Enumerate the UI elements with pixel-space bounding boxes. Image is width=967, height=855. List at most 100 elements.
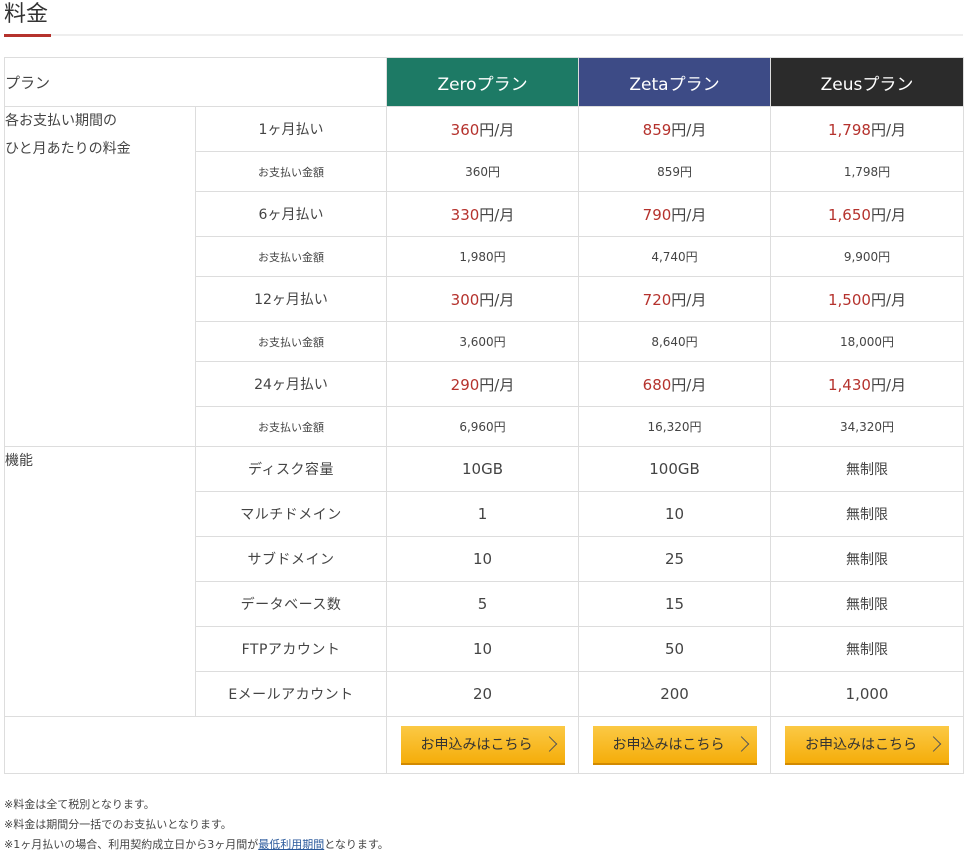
total-zero: 360円 (386, 151, 580, 192)
price-value: 290 (450, 375, 480, 394)
cta-cell-zeta: お申込みはこちら (578, 716, 772, 774)
apply-button-zero[interactable]: お申込みはこちら (400, 725, 565, 765)
feature-value-zeus: 無制限 (770, 491, 965, 537)
feature-value-zeus: 無制限 (770, 536, 965, 582)
price-unit: 円/月 (671, 205, 707, 224)
cta-cell-zero: お申込みはこちら (386, 716, 580, 774)
monthly-price-zero: 290円/月 (386, 361, 580, 407)
monthly-price-zero: 300円/月 (386, 276, 580, 322)
apply-button-zeus[interactable]: お申込みはこちら (785, 725, 950, 765)
period-label: 6ヶ月払い (194, 191, 388, 237)
monthly-price-zeta: 790円/月 (578, 191, 772, 237)
apply-button-label: お申込みはこちら (612, 737, 725, 753)
plan-header-zero: Zeroプラン (386, 57, 580, 107)
feature-label: サブドメイン (194, 536, 388, 582)
feature-value-zeus: 無制限 (770, 626, 965, 672)
section-title: 料金 (4, 2, 49, 27)
price-value: 1,500 (828, 290, 871, 309)
price-unit: 円/月 (870, 205, 907, 224)
total-zero: 6,960円 (386, 406, 580, 447)
plan-header-zeta: Zetaプラン (578, 57, 772, 107)
pricing-group-label-line1: 各お支払い期間の (5, 113, 117, 129)
chevron-right-icon (733, 736, 749, 752)
total-label: お支払い金額 (194, 406, 388, 447)
apply-button-label: お申込みはこちら (805, 737, 918, 753)
feature-value-zeus: 無制限 (770, 446, 965, 492)
total-zero: 3,600円 (386, 321, 580, 362)
price-value: 1,430 (828, 375, 871, 394)
chevron-right-icon (541, 736, 557, 752)
monthly-price-zeus: 1,500円/月 (770, 276, 965, 322)
plan-header-label: プラン (3, 57, 388, 107)
price-value: 680 (642, 375, 672, 394)
price-value: 790 (642, 205, 672, 224)
total-zeus: 34,320円 (770, 406, 965, 447)
price-value: 360 (450, 120, 480, 139)
total-zeus: 9,900円 (770, 236, 965, 277)
feature-label: マルチドメイン (194, 491, 388, 537)
plan-header-zeus: Zeusプラン (770, 57, 965, 107)
monthly-price-zeta: 720円/月 (578, 276, 772, 322)
total-zeta: 859円 (578, 151, 772, 192)
note-line-3-suffix: となります。 (324, 838, 389, 851)
feature-label: Eメールアカウント (194, 671, 388, 717)
cta-row: お申込みはこちら お申込みはこちら お申込みはこちら (3, 716, 965, 774)
feature-value-zero: 1 (386, 491, 580, 537)
period-label: 1ヶ月払い (194, 106, 388, 152)
note-line-3: ※1ヶ月払いの場合、利用契約成立日から3ヶ月間が最低利用期間となります。 (4, 835, 389, 855)
total-zeus: 18,000円 (770, 321, 965, 362)
feature-value-zeus: 1,000 (770, 671, 965, 717)
price-unit: 円/月 (479, 120, 515, 139)
cta-cell-zeus: お申込みはこちら (770, 716, 965, 774)
monthly-price-zeta: 859円/月 (578, 106, 772, 152)
price-unit: 円/月 (479, 290, 515, 309)
monthly-price-zeta: 680円/月 (578, 361, 772, 407)
feature-value-zero: 10 (386, 536, 580, 582)
monthly-price-zero: 330円/月 (386, 191, 580, 237)
price-value: 300 (450, 290, 480, 309)
feature-value-zero: 5 (386, 581, 580, 627)
feature-value-zeta: 25 (578, 536, 772, 582)
pricing-group-label-line2: ひと月あたりの料金 (5, 141, 131, 157)
feature-label: FTPアカウント (194, 626, 388, 672)
period-label: 12ヶ月払い (194, 276, 388, 322)
feature-value-zeus: 無制限 (770, 581, 965, 627)
feature-value-zero: 20 (386, 671, 580, 717)
price-unit: 円/月 (671, 375, 707, 394)
note-line-1: ※料金は全て税別となります。 (4, 798, 155, 811)
feature-group-label: 機能 (4, 446, 196, 717)
price-unit: 円/月 (671, 290, 707, 309)
feature-value-zeta: 50 (578, 626, 772, 672)
price-row-1m: 各お支払い期間の ひと月あたりの料金 1ヶ月払い 360円/月 859円/月 1… (4, 106, 965, 447)
feature-label: ディスク容量 (194, 446, 388, 492)
feature-value-zeta: 15 (578, 581, 772, 627)
total-zeta: 4,740円 (578, 236, 772, 277)
feature-value-zeta: 100GB (578, 446, 772, 492)
price-unit: 円/月 (870, 290, 907, 309)
price-value: 1,798 (828, 120, 871, 139)
total-label: お支払い金額 (194, 151, 388, 192)
minimum-term-link[interactable]: 最低利用期間 (258, 838, 324, 851)
pricing-notes: ※料金は全て税別となります。 ※料金は期間分一括でのお支払いとなります。 ※1ヶ… (4, 795, 389, 855)
pricing-table: プラン Zeroプラン Zetaプラン Zeusプラン 各お支払い期間の ひと月… (3, 57, 965, 774)
feature-value-zeta: 10 (578, 491, 772, 537)
price-value: 1,650 (828, 205, 871, 224)
apply-button-label: お申込みはこちら (420, 737, 533, 753)
total-zeta: 8,640円 (578, 321, 772, 362)
apply-button-zeta[interactable]: お申込みはこちら (592, 725, 757, 765)
feature-value-zero: 10GB (386, 446, 580, 492)
monthly-price-zero: 360円/月 (386, 106, 580, 152)
chevron-right-icon (925, 736, 942, 752)
price-unit: 円/月 (479, 205, 515, 224)
price-value: 720 (642, 290, 672, 309)
price-unit: 円/月 (479, 375, 515, 394)
feature-row-disk: 機能 ディスク容量 10GB 100GB 無制限 (4, 446, 965, 717)
feature-value-zero: 10 (386, 626, 580, 672)
total-zeta: 16,320円 (578, 406, 772, 447)
monthly-price-zeus: 1,650円/月 (770, 191, 965, 237)
price-value: 859 (642, 120, 672, 139)
price-value: 330 (450, 205, 480, 224)
price-unit: 円/月 (671, 120, 707, 139)
note-line-3-prefix: ※1ヶ月払いの場合、利用契約成立日から3ヶ月間が (4, 838, 259, 851)
pricing-group-label: 各お支払い期間の ひと月あたりの料金 (4, 106, 196, 447)
